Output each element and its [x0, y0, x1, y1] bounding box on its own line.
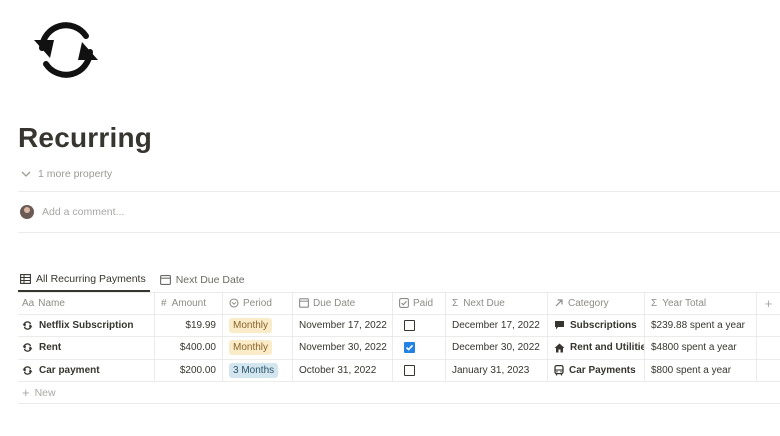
checkbox-property-icon [399, 298, 409, 309]
category-label: Rent and Utilities [570, 342, 645, 354]
column-header-year-total[interactable]: Σ Year Total [645, 293, 757, 314]
category-cell[interactable]: Car Payments [548, 359, 645, 381]
amount-cell[interactable]: $400.00 [155, 337, 223, 359]
category-cell[interactable]: Subscriptions [548, 314, 645, 336]
row-title: Car payment [39, 364, 100, 376]
bus-icon [554, 364, 564, 376]
column-header-name[interactable]: Aa Name [18, 293, 155, 314]
number-property-icon: # [161, 297, 167, 309]
divider [18, 232, 780, 233]
amount-cell[interactable]: $200.00 [155, 359, 223, 381]
empty-cell [757, 360, 780, 382]
house-icon [554, 343, 565, 353]
paid-checkbox[interactable] [404, 364, 415, 376]
column-header-label: Paid [413, 297, 434, 309]
paid-cell [393, 314, 446, 336]
tab-all-recurring-payments[interactable]: All Recurring Payments [18, 268, 150, 292]
table-row[interactable]: Netflix Subscription $19.99 Monthly Nove… [18, 314, 780, 337]
due-date-cell[interactable]: November 30, 2022 [293, 337, 393, 359]
column-header-period[interactable]: Period [223, 293, 293, 314]
page-title[interactable]: Recurring [18, 122, 152, 154]
comment-placeholder: Add a comment... [42, 206, 125, 218]
sync-arrows-icon[interactable] [28, 18, 104, 82]
column-header-label: Amount [171, 297, 207, 309]
chat-bubble-icon [555, 321, 564, 330]
table-row[interactable]: Rent $400.00 Monthly November 30, 2022 D… [18, 337, 780, 360]
more-property-toggle[interactable]: 1 more property [20, 168, 112, 180]
plus-icon: + [764, 295, 773, 311]
tab-next-due-date[interactable]: Next Due Date [158, 268, 249, 292]
year-total-cell: $239.88 spent a year [645, 314, 757, 336]
column-header-due-date[interactable]: Due Date [293, 293, 393, 314]
empty-cell [757, 337, 780, 359]
plus-icon: + [22, 385, 30, 400]
name-cell[interactable]: Rent [18, 337, 155, 359]
column-header-label: Year Total [662, 297, 707, 309]
tab-label: All Recurring Payments [36, 273, 146, 285]
relation-property-icon [555, 299, 563, 307]
year-total-cell: $4800 spent a year [645, 337, 757, 359]
view-tabs: All Recurring Payments Next Due Date [18, 268, 257, 292]
column-header-label: Name [38, 297, 65, 309]
table-row[interactable]: Car payment $200.00 3 Months October 31,… [18, 359, 780, 382]
paid-checkbox[interactable] [404, 319, 415, 331]
column-header-category[interactable]: Category [548, 293, 645, 314]
due-date-cell[interactable]: October 31, 2022 [293, 359, 393, 381]
avatar [20, 205, 34, 219]
add-new-row-button[interactable]: + New [18, 382, 780, 404]
sync-arrows-icon [22, 343, 33, 352]
column-header-amount[interactable]: # Amount [155, 293, 223, 314]
chevron-down-icon [21, 171, 31, 177]
column-header-label: Period [243, 297, 272, 309]
name-cell[interactable]: Netflix Subscription [18, 314, 155, 336]
paid-cell [393, 359, 446, 381]
next-due-cell: January 31, 2023 [446, 359, 548, 381]
formula-property-icon: Σ [452, 297, 459, 309]
column-header-label: Category [568, 297, 609, 309]
sync-arrows-icon [22, 366, 33, 375]
checkmark-icon [405, 345, 414, 351]
table-header: Aa Name # Amount Period Due Date Paid Σ … [18, 292, 780, 315]
amount-cell[interactable]: $19.99 [155, 314, 223, 336]
paid-cell [393, 337, 446, 359]
next-due-cell: December 17, 2022 [446, 314, 548, 336]
add-property-button[interactable]: + [757, 293, 780, 314]
year-total-cell: $800 spent a year [645, 359, 757, 381]
comment-input[interactable]: Add a comment... [20, 205, 124, 219]
tab-label: Next Due Date [175, 274, 245, 286]
due-date-cell[interactable]: November 17, 2022 [293, 314, 393, 336]
row-title: Netflix Subscription [39, 319, 134, 331]
column-header-label: Next Due [463, 297, 505, 309]
select-property-icon [229, 298, 239, 308]
more-property-label: 1 more property [38, 168, 113, 180]
period-tag: Monthly [229, 317, 273, 333]
period-cell[interactable]: Monthly [223, 314, 293, 336]
name-cell[interactable]: Car payment [18, 359, 155, 381]
period-tag: Monthly [229, 340, 273, 356]
recurring-table: Aa Name # Amount Period Due Date Paid Σ … [18, 292, 780, 404]
new-row-label: New [34, 386, 56, 399]
period-cell[interactable]: 3 Months [223, 359, 293, 381]
table-icon [20, 274, 31, 284]
column-header-paid[interactable]: Paid [393, 293, 446, 314]
text-property-icon: Aa [22, 297, 35, 309]
date-property-icon [299, 298, 309, 308]
formula-property-icon: Σ [651, 297, 658, 309]
column-header-next-due[interactable]: Σ Next Due [446, 293, 548, 314]
period-tag: 3 Months [229, 362, 279, 378]
category-label: Subscriptions [570, 319, 637, 331]
category-cell[interactable]: Rent and Utilities [548, 337, 645, 359]
sync-arrows-icon [22, 321, 33, 330]
empty-cell [757, 315, 780, 337]
period-cell[interactable]: Monthly [223, 337, 293, 359]
paid-checkbox[interactable] [404, 342, 415, 354]
calendar-icon [159, 275, 171, 285]
column-header-label: Due Date [313, 297, 356, 309]
row-title: Rent [39, 342, 62, 354]
divider [18, 191, 780, 192]
next-due-cell: December 30, 2022 [446, 337, 548, 359]
category-label: Car Payments [569, 364, 636, 376]
